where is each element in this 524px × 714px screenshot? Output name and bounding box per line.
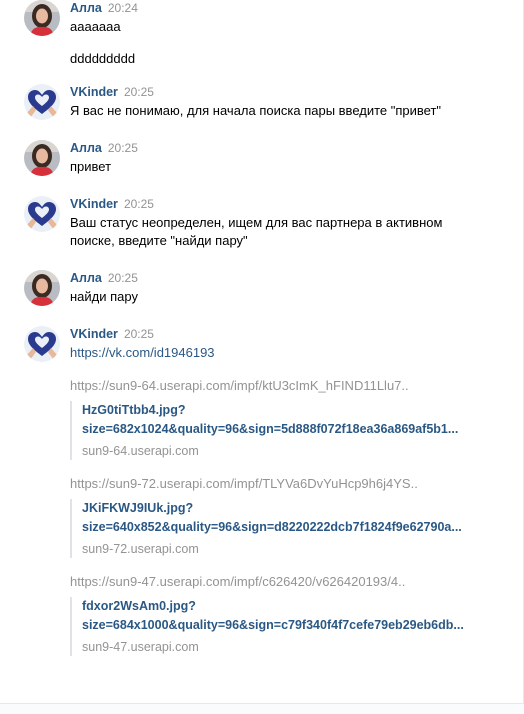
message-author[interactable]: Алла — [70, 1, 102, 15]
message-text: Ваш статус неопределен, ищем для вас пар… — [70, 215, 443, 230]
user-avatar[interactable] — [24, 140, 60, 176]
message-time[interactable]: 20:25 — [108, 141, 138, 155]
photo-attachment: https://sun9-47.userapi.com/impf/c626420… — [70, 573, 513, 656]
message-author[interactable]: Алла — [70, 141, 102, 155]
attachment-url[interactable]: https://sun9-47.userapi.com/impf/c626420… — [70, 573, 513, 591]
message-author[interactable]: VKinder — [70, 327, 118, 341]
link-preview[interactable]: fdxor2WsAm0.jpg? size=684x1000&quality=9… — [70, 597, 513, 656]
message-text: ааааааа — [70, 19, 121, 34]
user-avatar[interactable] — [24, 0, 60, 36]
user-avatar[interactable] — [24, 270, 60, 306]
bot-avatar[interactable] — [24, 84, 60, 120]
message-author[interactable]: VKinder — [70, 197, 118, 211]
message-time[interactable]: 20:24 — [108, 1, 138, 15]
bot-avatar[interactable] — [24, 196, 60, 232]
photo-attachment: https://sun9-72.userapi.com/impf/TLYVa6D… — [70, 475, 513, 558]
preview-title[interactable]: size=640x852&quality=96&sign=d8220222dcb… — [82, 518, 513, 537]
message-author[interactable]: VKinder — [70, 85, 118, 99]
message-text: найди пару — [70, 289, 138, 304]
photo-attachment: https://sun9-64.userapi.com/impf/ktU3cIm… — [70, 377, 513, 460]
attachment-url[interactable]: https://sun9-64.userapi.com/impf/ktU3cIm… — [70, 377, 513, 395]
attachment-url[interactable]: https://sun9-72.userapi.com/impf/TLYVa6D… — [70, 475, 513, 493]
preview-title[interactable]: JKiFKWJ9IUk.jpg? — [82, 499, 513, 518]
message-author[interactable]: Алла — [70, 271, 102, 285]
preview-domain: sun9-47.userapi.com — [82, 640, 199, 654]
bot-avatar[interactable] — [24, 326, 60, 362]
message-text: поиске, введите "найди пару" — [70, 233, 248, 248]
message-time[interactable]: 20:25 — [124, 197, 154, 211]
profile-link[interactable]: https://vk.com/id1946193 — [70, 344, 513, 362]
message-time[interactable]: 20:25 — [124, 85, 154, 99]
message-text: Я вас не понимаю, для начала поиска пары… — [70, 103, 442, 118]
preview-title[interactable]: fdxor2WsAm0.jpg? — [82, 597, 513, 616]
message-time[interactable]: 20:25 — [108, 271, 138, 285]
link-preview[interactable]: HzG0tiTtbb4.jpg? size=682x1024&quality=9… — [70, 401, 513, 460]
preview-title[interactable]: HzG0tiTtbb4.jpg? — [82, 401, 513, 420]
preview-title[interactable]: size=682x1024&quality=96&sign=5d888f072f… — [82, 420, 513, 439]
composer-area — [0, 704, 524, 714]
message-text: ddddddddd — [70, 51, 136, 66]
preview-domain: sun9-72.userapi.com — [82, 542, 199, 556]
message-time[interactable]: 20:25 — [124, 327, 154, 341]
link-preview[interactable]: JKiFKWJ9IUk.jpg? size=640x852&quality=96… — [70, 499, 513, 558]
preview-title[interactable]: size=684x1000&quality=96&sign=c79f340f4f… — [82, 616, 513, 635]
message-text: привет — [70, 159, 112, 174]
preview-domain: sun9-64.userapi.com — [82, 444, 199, 458]
